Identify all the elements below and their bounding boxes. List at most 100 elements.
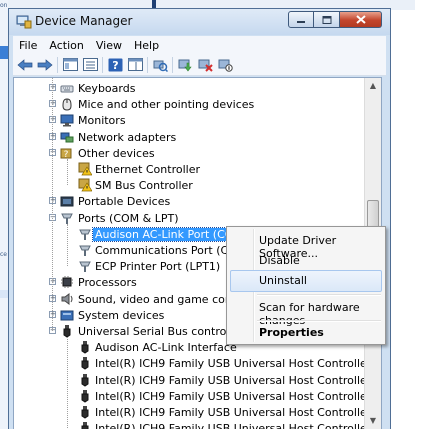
- tree-item-intel-r-ich9-family-usb-universal-host-controller-2937[interactable]: Intel(R) ICH9 Family USB Universal Host …: [14, 404, 381, 420]
- menu-item-properties[interactable]: Properties: [230, 322, 382, 344]
- tree-connector-line: [67, 223, 68, 267]
- device-manager-window: Device Manager File Action View Help ? +…: [8, 8, 391, 429]
- tree-item-ports-com-lpt[interactable]: − Ports (COM & LPT): [14, 210, 374, 226]
- maximize-icon: [322, 15, 331, 24]
- tree-item-label: Intel(R) ICH9 Family USB Universal Host …: [95, 422, 382, 429]
- menu-file[interactable]: File: [13, 39, 43, 52]
- scroll-up-button[interactable]: ▲: [365, 78, 381, 94]
- toolbar-separator: [147, 56, 148, 73]
- tree-item-network-adapters[interactable]: + Network adapters: [14, 129, 374, 145]
- console-tree-icon: [62, 58, 78, 71]
- tree-item-monitors[interactable]: + Monitors: [14, 112, 374, 128]
- help-button[interactable]: ?: [107, 57, 123, 73]
- tree-item-intel-r-ich9-family-usb-universal-host-controller-2938[interactable]: Intel(R) ICH9 Family USB Universal Host …: [14, 420, 381, 429]
- usb-icon: [63, 325, 71, 338]
- tree-item-label: Ethernet Controller: [95, 163, 200, 176]
- port-icon: [79, 245, 91, 256]
- tree-item-label: Monitors: [78, 114, 126, 128]
- menu-item-disable[interactable]: Disable: [230, 250, 382, 272]
- tree-item-label: Portable Devices: [78, 195, 171, 209]
- tree-item-intel-r-ich9-family-usb-universal-host-controller-2935[interactable]: Intel(R) ICH9 Family USB Universal Host …: [14, 372, 381, 388]
- tree-item-label: Universal Serial Bus controllers: [78, 325, 250, 338]
- mouse-icon: [62, 98, 72, 111]
- toolbar-separator: [102, 56, 103, 73]
- tree-connector-line: [67, 158, 68, 186]
- port-icon: [61, 213, 73, 224]
- other-devices-icon: ?: [60, 148, 72, 160]
- tree-item-label: Intel(R) ICH9 Family USB Universal Host …: [95, 357, 382, 371]
- tree-item-intel-r-ich9-family-usb-universal-host-controller-2936[interactable]: Intel(R) ICH9 Family USB Universal Host …: [14, 388, 381, 404]
- menu-item-scan-hardware[interactable]: Scan for hardware changes: [230, 297, 382, 327]
- svg-text:?: ?: [112, 59, 118, 72]
- properties-list-icon: [82, 58, 98, 71]
- background-row-strip: [0, 290, 8, 298]
- background-text-fragment: ce: [0, 251, 7, 258]
- disable-device-icon: [218, 59, 233, 72]
- tree-item-label: Processors: [78, 276, 137, 290]
- network-adapter-icon: [60, 132, 74, 143]
- tree-item-ethernet-controller[interactable]: Ethernet Controller: [14, 161, 374, 177]
- tree-item-other-devices[interactable]: −? Other devices: [14, 145, 374, 161]
- window-title: Device Manager: [35, 14, 133, 28]
- tree-item-label: Ports (COM & LPT): [78, 211, 179, 225]
- menu-item-uninstall[interactable]: Uninstall: [230, 270, 382, 292]
- monitor-icon: [60, 114, 74, 127]
- tree-item-mice-and-other-pointing-devices[interactable]: + Mice and other pointing devices: [14, 96, 374, 112]
- caption-buttons: [288, 11, 382, 29]
- forward-arrow-icon: [37, 58, 53, 71]
- menu-action[interactable]: Action: [43, 39, 89, 52]
- scan-hardware-button[interactable]: [152, 57, 168, 73]
- portable-device-icon: [60, 196, 74, 207]
- tree-item-label: ECP Printer Port (LPT1): [95, 260, 221, 274]
- back-button[interactable]: [17, 57, 33, 73]
- tree-item-label: Intel(R) ICH9 Family USB Universal Host …: [95, 373, 382, 387]
- tree-item-label: Other devices: [78, 146, 155, 160]
- tree-item-label: Intel(R) ICH9 Family USB Universal Host …: [95, 389, 382, 403]
- menu-help[interactable]: Help: [128, 39, 165, 52]
- sound-icon: [61, 292, 73, 305]
- usb-icon: [81, 357, 89, 370]
- tree-item-portable-devices[interactable]: + Portable Devices: [14, 193, 374, 209]
- title-bar[interactable]: Device Manager: [9, 9, 390, 35]
- scan-hardware-icon: [153, 60, 168, 72]
- scroll-down-button[interactable]: ▼: [365, 413, 381, 429]
- properties-toolbar-button[interactable]: [82, 57, 98, 73]
- tree-item-label: Network adapters: [78, 130, 177, 144]
- uninstall-button[interactable]: [197, 57, 213, 73]
- minimize-button[interactable]: [288, 11, 314, 28]
- tree-item-keyboards[interactable]: + Keyboards: [14, 80, 374, 96]
- menu-item-update-driver[interactable]: Update Driver Software...: [230, 230, 382, 260]
- warning-device-icon: [78, 162, 92, 176]
- toolbar-separator: [172, 56, 173, 73]
- toolbar: ?: [13, 54, 386, 76]
- update-driver-icon: [178, 59, 192, 71]
- tree-connector-line: [67, 337, 68, 429]
- device-manager-icon: [16, 15, 32, 29]
- tree-item-label: SM Bus Controller: [95, 179, 193, 193]
- menu-bar: File Action View Help: [13, 36, 386, 54]
- background-selection-strip: [0, 46, 8, 59]
- usb-icon: [81, 422, 89, 429]
- usb-icon: [81, 341, 89, 354]
- uninstall-icon: [198, 59, 213, 72]
- usb-icon: [81, 406, 89, 419]
- disable-button[interactable]: [217, 57, 233, 73]
- tree-item-intel-r-ich9-family-usb-universal-host-controller-2934[interactable]: Intel(R) ICH9 Family USB Universal Host …: [14, 355, 381, 371]
- context-menu-separator: [257, 294, 381, 296]
- tree-connector-line: [52, 78, 53, 331]
- tree-item-label: Keyboards: [78, 82, 136, 95]
- tree-item-label: Audison AC-Link Interface: [95, 341, 237, 355]
- tree-item-label: Mice and other pointing devices: [78, 98, 255, 112]
- tree-item-sm-bus-controller[interactable]: SM Bus Controller: [14, 177, 374, 193]
- maximize-button[interactable]: [314, 11, 340, 28]
- help-icon: ?: [108, 58, 122, 72]
- tree-item-label: System devices: [78, 308, 165, 322]
- action-pane-button[interactable]: [127, 57, 143, 73]
- update-driver-button[interactable]: [177, 57, 193, 73]
- close-button[interactable]: [340, 11, 382, 28]
- menu-view[interactable]: View: [90, 39, 128, 52]
- warning-device-icon: [78, 178, 92, 192]
- show-hide-console-tree-button[interactable]: [62, 57, 78, 73]
- forward-button[interactable]: [37, 57, 53, 73]
- context-menu: Update Driver Software... Disable Uninst…: [226, 226, 386, 345]
